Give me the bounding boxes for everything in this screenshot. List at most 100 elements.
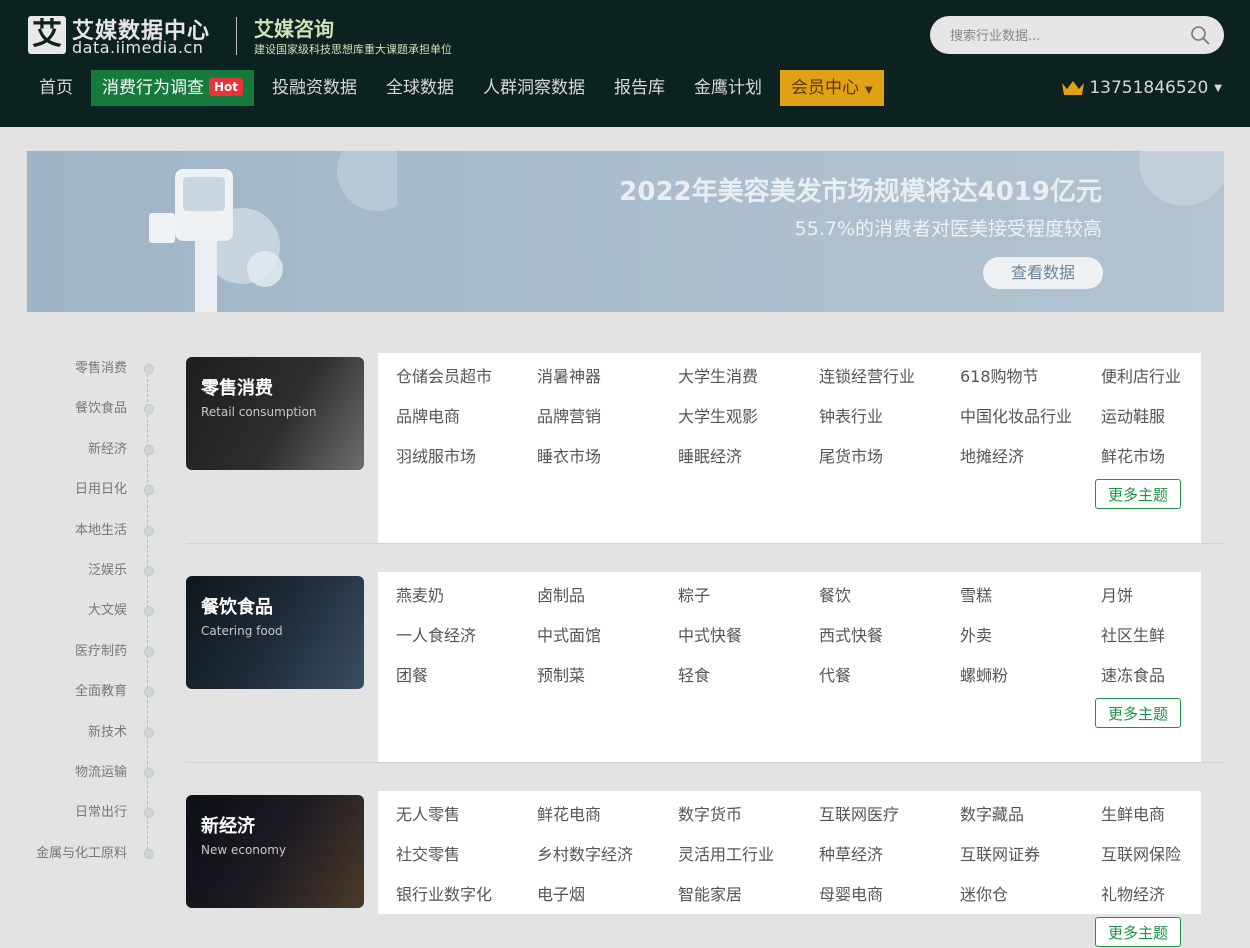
topic-link[interactable]: 一人食经济	[396, 622, 476, 646]
topic-link[interactable]: 电子烟	[537, 881, 585, 905]
side-nav-item[interactable]: 大文娱	[27, 593, 157, 633]
topic-link[interactable]: 钟表行业	[819, 403, 883, 427]
topic-link[interactable]: 鲜花市场	[1101, 443, 1165, 467]
category-card[interactable]: 零售消费 Retail consumption	[186, 357, 364, 470]
brand-name[interactable]: 艾媒咨询	[254, 13, 334, 42]
topic-link[interactable]: 地摊经济	[960, 443, 1024, 467]
side-nav-item[interactable]: 物流运输	[27, 755, 157, 795]
topic-link[interactable]: 品牌电商	[396, 403, 460, 427]
topic-link[interactable]: 团餐	[396, 662, 428, 686]
nav-item-consumer-survey[interactable]: 消费行为调查 Hot	[91, 70, 255, 106]
side-nav-item[interactable]: 泛娱乐	[27, 553, 157, 593]
topic-link[interactable]: 大学生消费	[678, 363, 758, 387]
topic-link[interactable]: 中式快餐	[678, 622, 742, 646]
topic-link[interactable]: 鲜花电商	[537, 801, 601, 825]
topic-link[interactable]: 预制菜	[537, 662, 585, 686]
more-topics-button[interactable]: 更多主题	[1095, 698, 1181, 728]
topic-link[interactable]: 乡村数字经济	[537, 841, 633, 865]
topic-link[interactable]: 大学生观影	[678, 403, 758, 427]
topic-link[interactable]: 外卖	[960, 622, 992, 646]
topic-link[interactable]: 餐饮	[819, 582, 851, 606]
side-nav-dot-icon	[144, 404, 154, 415]
category-card[interactable]: 餐饮食品 Catering food	[186, 576, 364, 689]
nav-item-home[interactable]: 首页	[28, 70, 84, 106]
search-icon[interactable]	[1190, 25, 1210, 45]
topic-link[interactable]: 互联网医疗	[819, 801, 899, 825]
topic-link[interactable]: 社区生鲜	[1101, 622, 1165, 646]
topic-link[interactable]: 迷你仓	[960, 881, 1008, 905]
side-nav-dot-icon	[144, 848, 154, 859]
user-menu[interactable]: 13751846520 ▼	[1061, 78, 1222, 98]
nav-item-report-library[interactable]: 报告库	[603, 70, 676, 106]
side-nav-item[interactable]: 全面教育	[27, 674, 157, 714]
topic-link[interactable]: 银行业数字化	[396, 881, 492, 905]
side-nav-dot-icon	[144, 727, 154, 738]
search-input[interactable]	[948, 16, 1182, 56]
topic-link[interactable]: 尾货市场	[819, 443, 883, 467]
search-box	[930, 16, 1224, 56]
topic-link[interactable]: 仓储会员超市	[396, 363, 492, 387]
side-nav-label: 餐饮食品	[74, 401, 127, 417]
topic-link[interactable]: 消暑神器	[537, 363, 601, 387]
topic-link[interactable]: 睡眠经济	[678, 443, 742, 467]
topic-link[interactable]: 灵活用工行业	[678, 841, 774, 865]
topic-link[interactable]: 运动鞋服	[1101, 403, 1165, 427]
nav-item-global-data[interactable]: 全球数据	[375, 70, 465, 106]
topic-link[interactable]: 燕麦奶	[396, 582, 444, 606]
category-title: 零售消费	[201, 378, 273, 399]
side-nav-item[interactable]: 医疗制药	[27, 634, 157, 674]
logo-mark[interactable]: 艾	[28, 16, 66, 54]
topic-link[interactable]: 羽绒服市场	[396, 443, 476, 467]
topic-link[interactable]: 轻食	[678, 662, 710, 686]
promo-banner[interactable]: 2022年美容美发市场规模将达4019亿元 55.7%的消费者对医美接受程度较高…	[27, 151, 1224, 312]
topic-link[interactable]: 代餐	[819, 662, 851, 686]
topic-link[interactable]: 卤制品	[537, 582, 585, 606]
logo-domain[interactable]: data.iimedia.cn	[72, 38, 203, 57]
topic-link[interactable]: 速冻食品	[1101, 662, 1165, 686]
topic-link[interactable]: 母婴电商	[819, 881, 883, 905]
topic-link[interactable]: 生鲜电商	[1101, 801, 1165, 825]
nav-label: 金鹰计划	[694, 78, 763, 98]
more-topics-button[interactable]: 更多主题	[1095, 479, 1181, 509]
topic-link[interactable]: 中国化妆品行业	[960, 403, 1072, 427]
topic-link[interactable]: 数字货币	[678, 801, 742, 825]
side-nav-item[interactable]: 日用日化	[27, 472, 157, 512]
topic-link[interactable]: 连锁经营行业	[819, 363, 915, 387]
side-nav-item[interactable]: 本地生活	[27, 513, 157, 553]
topic-link[interactable]: 螺蛳粉	[960, 662, 1008, 686]
topic-link[interactable]: 618购物节	[960, 363, 1039, 387]
nav-item-investment-data[interactable]: 投融资数据	[261, 70, 368, 106]
topic-link[interactable]: 西式快餐	[819, 622, 883, 646]
more-topics-button[interactable]: 更多主题	[1095, 917, 1181, 947]
topic-link[interactable]: 无人零售	[396, 801, 460, 825]
side-nav-item[interactable]: 新经济	[27, 432, 157, 472]
topic-link[interactable]: 礼物经济	[1101, 881, 1165, 905]
side-nav-label: 物流运输	[74, 764, 127, 780]
topic-link[interactable]: 互联网证券	[960, 841, 1040, 865]
side-nav-item[interactable]: 餐饮食品	[27, 391, 157, 431]
hot-badge: Hot	[209, 78, 244, 96]
side-nav-item[interactable]: 金属与化工原料	[27, 836, 157, 876]
side-nav-item[interactable]: 新技术	[27, 715, 157, 755]
topic-link[interactable]: 雪糕	[960, 582, 992, 606]
nav-item-crowd-insight[interactable]: 人群洞察数据	[472, 70, 596, 106]
topic-link[interactable]: 种草经济	[819, 841, 883, 865]
side-nav-label: 新经济	[87, 441, 127, 457]
nav-item-golden-eagle[interactable]: 金鹰计划	[683, 70, 773, 106]
topic-link[interactable]: 粽子	[678, 582, 710, 606]
topic-link[interactable]: 互联网保险	[1101, 841, 1181, 865]
topic-link[interactable]: 中式面馆	[537, 622, 601, 646]
nav-item-member-center[interactable]: 会员中心 ▼	[780, 70, 884, 106]
topic-link[interactable]: 数字藏品	[960, 801, 1024, 825]
topic-link[interactable]: 智能家居	[678, 881, 742, 905]
topic-link[interactable]: 月饼	[1101, 582, 1133, 606]
topic-link[interactable]: 社交零售	[396, 841, 460, 865]
side-nav-item[interactable]: 零售消费	[27, 351, 157, 391]
side-nav-item[interactable]: 日常出行	[27, 795, 157, 835]
topic-link[interactable]: 便利店行业	[1101, 363, 1181, 387]
category-card[interactable]: 新经济 New economy	[186, 795, 364, 908]
view-data-button[interactable]: 查看数据	[983, 257, 1103, 289]
topic-link[interactable]: 品牌营销	[537, 403, 601, 427]
topic-link[interactable]: 睡衣市场	[537, 443, 601, 467]
side-nav-dot-icon	[144, 687, 154, 698]
